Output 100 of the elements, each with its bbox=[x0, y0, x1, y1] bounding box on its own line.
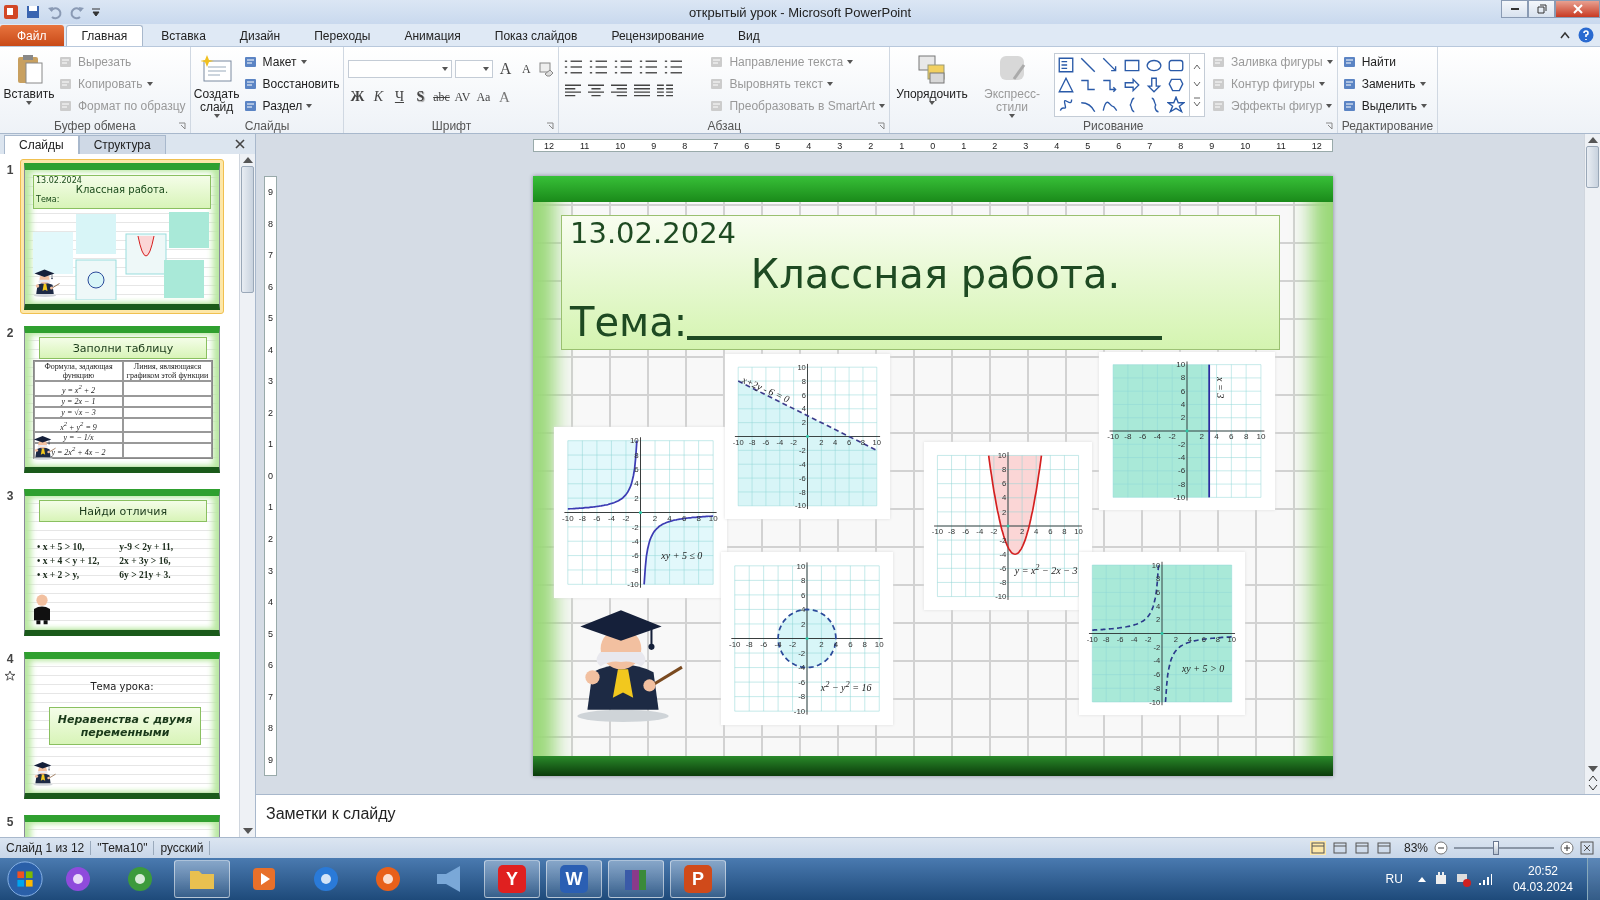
ribbon-button[interactable]: Создать слайд bbox=[194, 49, 239, 118]
font-size-field[interactable] bbox=[455, 60, 494, 78]
ribbon-button[interactable]: Заменить bbox=[1341, 74, 1427, 94]
ruler-number: 10 bbox=[1240, 140, 1251, 151]
ribbon-tab[interactable]: Вид bbox=[722, 25, 776, 46]
ribbon-tab[interactable]: Рецензирование bbox=[595, 25, 721, 46]
justify-icon[interactable] bbox=[632, 83, 653, 99]
arrow-icon[interactable] bbox=[1101, 56, 1119, 74]
ribbon-button[interactable]: Макет bbox=[242, 52, 340, 72]
triangle-icon[interactable] bbox=[1057, 76, 1075, 94]
line-icon[interactable] bbox=[1079, 56, 1097, 74]
language-indicator[interactable]: русский bbox=[160, 841, 211, 855]
zoom-out-icon[interactable] bbox=[1434, 841, 1448, 855]
slide-sorter-icon[interactable] bbox=[1331, 841, 1348, 855]
signal-icon[interactable] bbox=[1476, 871, 1493, 887]
show-desktop-button[interactable] bbox=[1587, 858, 1600, 900]
ribbon-button[interactable]: Восстановить bbox=[242, 74, 340, 94]
save-icon[interactable] bbox=[25, 4, 41, 20]
minimize-button[interactable] bbox=[1501, 0, 1528, 18]
file-tab[interactable]: Файл bbox=[0, 25, 64, 46]
pane-tab[interactable]: Слайды bbox=[4, 135, 79, 154]
ribbon-button[interactable]: Выделить bbox=[1341, 96, 1427, 116]
collapse-ribbon-icon[interactable] bbox=[1560, 31, 1570, 39]
shrink-font-button[interactable]: A bbox=[517, 59, 536, 79]
network-error-icon[interactable] bbox=[1454, 871, 1471, 887]
taskbar-button[interactable]: Y bbox=[484, 860, 540, 898]
keyboard-language[interactable]: RU bbox=[1385, 872, 1403, 886]
text-box-icon[interactable] bbox=[1057, 56, 1075, 74]
taskbar-button[interactable] bbox=[174, 860, 230, 898]
dialog-launcher-icon[interactable] bbox=[546, 122, 555, 130]
taskbar-button[interactable]: W bbox=[546, 860, 602, 898]
ribbon-button[interactable]: Найти bbox=[1341, 52, 1427, 72]
zoom-level[interactable]: 83% bbox=[1403, 841, 1428, 855]
ruler-number: 4 bbox=[1054, 140, 1060, 151]
font-color-button[interactable]: A bbox=[495, 87, 514, 107]
slider-thumb[interactable] bbox=[1493, 841, 1499, 855]
ruler-number: 5 bbox=[268, 628, 273, 639]
ribbon-tab[interactable]: Переходы bbox=[298, 25, 387, 46]
close-icon[interactable] bbox=[235, 139, 245, 149]
formula-label: xy + 5 ≤ 0 bbox=[661, 550, 703, 562]
scrollbar-thumb[interactable] bbox=[1586, 146, 1599, 188]
grow-font-button[interactable]: A bbox=[496, 59, 515, 79]
ribbon-tab[interactable]: Анимация bbox=[388, 25, 477, 46]
ribbon-button[interactable]: Вставить bbox=[4, 49, 54, 105]
slideshow-icon[interactable] bbox=[1375, 841, 1392, 855]
star-icon[interactable] bbox=[1167, 96, 1185, 114]
taskbar-button[interactable]: P bbox=[670, 860, 726, 898]
align-right-icon[interactable] bbox=[609, 83, 630, 99]
start-button[interactable] bbox=[6, 860, 44, 898]
ribbon-tab[interactable]: Вставка bbox=[145, 25, 222, 46]
normal-view-icon[interactable] bbox=[1309, 841, 1326, 855]
ribbon-button[interactable]: Раздел bbox=[242, 96, 340, 116]
slide-thumbnail[interactable]: 13.02.2024 Классная работа. Тема: bbox=[20, 159, 224, 314]
align-left-icon[interactable] bbox=[563, 83, 584, 99]
pane-tab[interactable]: Структура bbox=[78, 135, 166, 154]
ribbon-button[interactable]: Упорядочить bbox=[894, 49, 970, 105]
dialog-launcher-icon[interactable] bbox=[1324, 122, 1333, 130]
help-icon[interactable] bbox=[1578, 27, 1594, 43]
ribbon-tab[interactable]: Дизайн bbox=[223, 25, 297, 46]
change-case-button[interactable]: Aa bbox=[474, 87, 493, 107]
scrollbar[interactable] bbox=[1584, 134, 1600, 794]
close-button[interactable] bbox=[1555, 0, 1600, 18]
minimize-icon bbox=[1509, 8, 1520, 10]
scroll-up-icon[interactable] bbox=[242, 157, 253, 163]
powerpoint-icon[interactable] bbox=[3, 4, 19, 20]
clock-date[interactable]: 04.03.2024 bbox=[1512, 879, 1573, 895]
shape-gallery[interactable] bbox=[1054, 53, 1205, 117]
clock-time[interactable]: 20:52 bbox=[1527, 863, 1558, 879]
list-item: 6y > 21y + 3. bbox=[119, 570, 172, 580]
show-hidden-icons-icon[interactable] bbox=[1416, 875, 1427, 883]
scroll-up-icon[interactable] bbox=[1587, 137, 1598, 143]
scribble-icon[interactable] bbox=[1057, 96, 1075, 114]
dialog-launcher-icon[interactable] bbox=[177, 122, 186, 130]
ruler-number: 2 bbox=[268, 534, 273, 544]
align-center-icon[interactable] bbox=[586, 83, 607, 99]
spacing-button[interactable]: AV bbox=[453, 87, 472, 107]
right-arrow-icon[interactable] bbox=[1123, 76, 1141, 94]
fit-to-window-icon[interactable] bbox=[1580, 841, 1594, 855]
clear-formatting-icon[interactable] bbox=[538, 61, 555, 77]
strikethrough-button[interactable]: abc bbox=[432, 87, 451, 107]
scroll-down-icon[interactable] bbox=[242, 828, 253, 834]
shadow-button[interactable]: S bbox=[411, 87, 430, 107]
reading-view-icon[interactable] bbox=[1353, 841, 1370, 855]
scrollbar[interactable] bbox=[239, 154, 255, 837]
ruler-number: 1 bbox=[268, 502, 273, 513]
bold-button[interactable]: Ж bbox=[348, 87, 367, 107]
ribbon-tab[interactable]: Главная bbox=[65, 25, 144, 46]
down-arrow-icon[interactable] bbox=[1145, 76, 1163, 94]
next-slide-icon[interactable] bbox=[1587, 775, 1598, 791]
underline-button[interactable]: Ч bbox=[390, 87, 409, 107]
italic-button[interactable]: К bbox=[369, 87, 388, 107]
font-name-field[interactable] bbox=[348, 60, 453, 78]
columns-icon[interactable] bbox=[655, 83, 676, 99]
taskbar-button[interactable] bbox=[608, 860, 664, 898]
dialog-launcher-icon[interactable] bbox=[877, 122, 885, 130]
zoom-in-icon[interactable] bbox=[1560, 841, 1574, 855]
customize-toolbar-icon[interactable] bbox=[91, 6, 101, 18]
scroll-down-icon[interactable] bbox=[1587, 766, 1598, 772]
scrollbar-thumb[interactable] bbox=[241, 166, 254, 293]
ribbon-tab[interactable]: Показ слайдов bbox=[478, 25, 594, 46]
